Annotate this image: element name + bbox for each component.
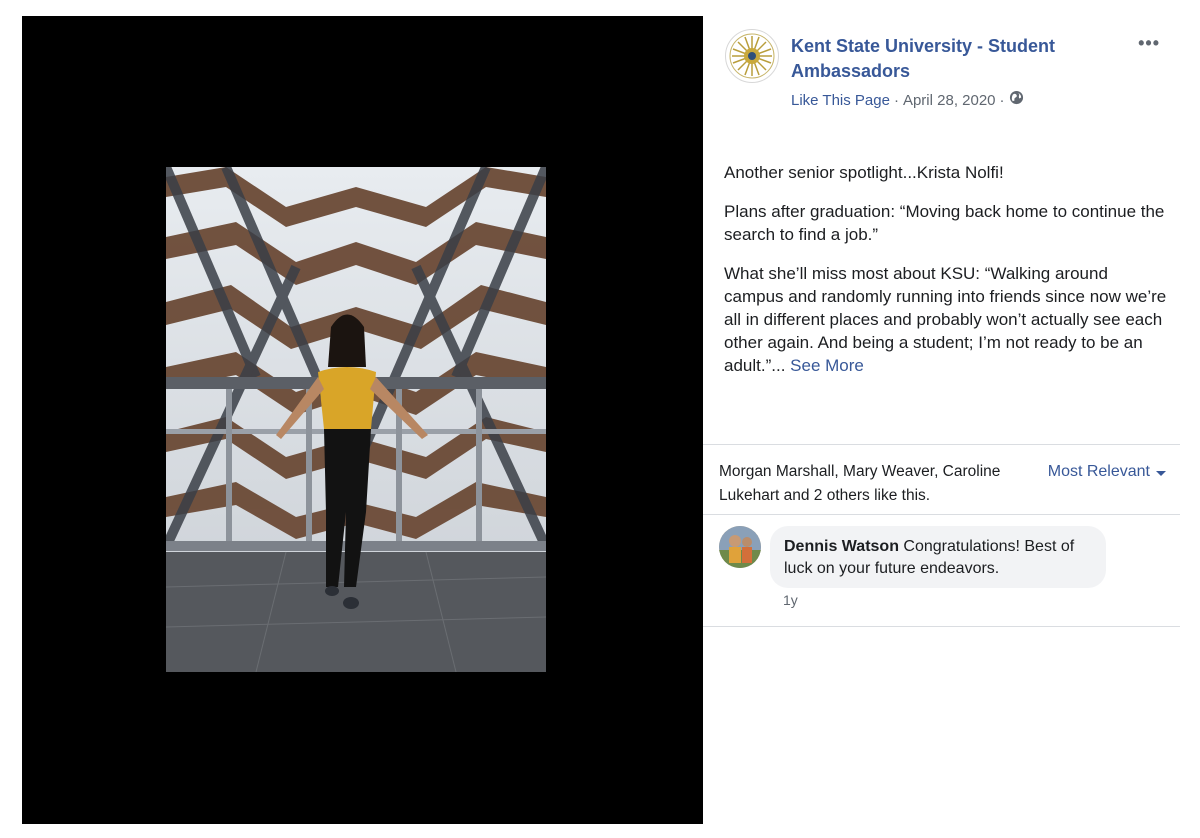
comment-timestamp[interactable]: 1y (783, 592, 798, 608)
post-body: Another senior spotlight...Krista Nolfi!… (724, 161, 1169, 393)
post-paragraph: What she’ll miss most about KSU: “Walkin… (724, 262, 1169, 377)
post-photo[interactable] (166, 167, 546, 672)
photo-illustration (166, 167, 546, 672)
photo-viewer (22, 16, 703, 824)
commenter-name-link[interactable]: Dennis Watson (784, 538, 899, 555)
page-name-link[interactable]: Kent State University - Student Ambassad… (791, 34, 1091, 84)
divider (703, 514, 1180, 515)
sun-seal-icon (729, 33, 775, 79)
sort-comments-dropdown[interactable]: Most Relevant (1048, 460, 1166, 484)
commenter-avatar[interactable] (719, 526, 761, 568)
more-options-button[interactable]: ••• (1138, 34, 1160, 52)
divider (703, 626, 1180, 627)
post-meta: Like This Page · April 28, 2020 · (791, 90, 1024, 111)
post-paragraph: Plans after graduation: “Moving back hom… (724, 202, 1165, 244)
see-more-link[interactable]: See More (790, 356, 864, 375)
chevron-down-icon (1156, 470, 1166, 476)
like-page-link[interactable]: Like This Page (791, 91, 890, 111)
sort-label: Most Relevant (1047, 463, 1150, 480)
page-avatar[interactable] (725, 29, 779, 83)
post-paragraph: Another senior spotlight...Krista Nolfi! (724, 163, 1004, 182)
post-panel: Kent State University - Student Ambassad… (703, 16, 1180, 824)
post-date[interactable]: April 28, 2020 (903, 91, 996, 111)
likes-summary[interactable]: Morgan Marshall, Mary Weaver, Caroline L… (719, 460, 1019, 508)
comment-bubble: Dennis Watson Congratulations! Best of l… (770, 526, 1106, 588)
meta-separator: · (893, 91, 899, 109)
meta-separator: · (999, 91, 1005, 109)
globe-icon (1009, 90, 1024, 111)
divider (703, 444, 1180, 445)
